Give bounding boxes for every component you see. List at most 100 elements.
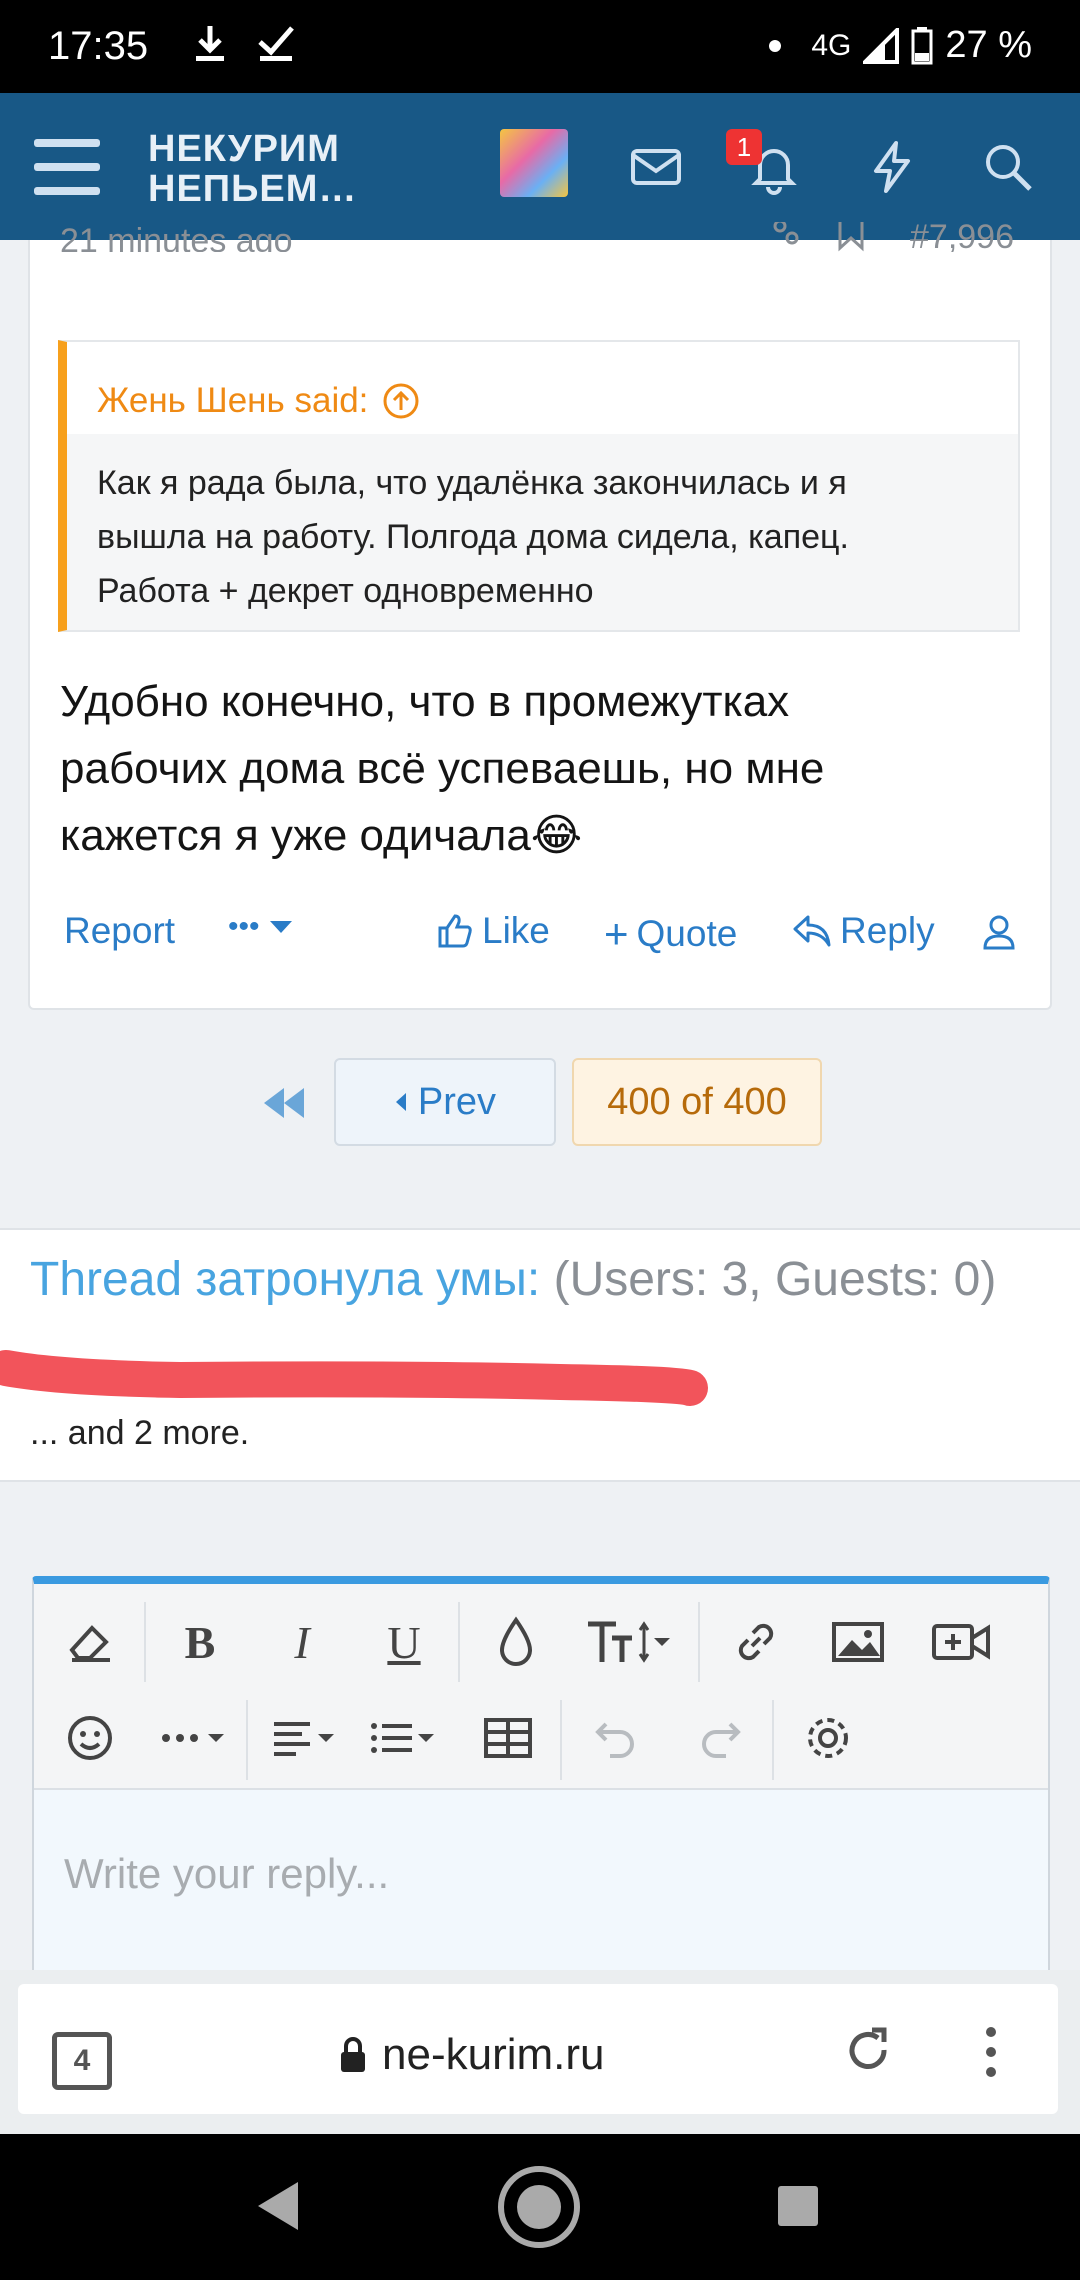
lock-icon xyxy=(341,2037,365,2072)
signal-icon xyxy=(863,27,900,64)
logo-line-2: НЕПЬЕМ… xyxy=(148,168,358,210)
chevron-left-icon xyxy=(395,1093,406,1111)
toolbar-divider xyxy=(144,1602,146,1682)
address-bar[interactable]: 4 ne-kurim.ru xyxy=(18,1984,1058,2114)
chevron-down-icon xyxy=(269,921,292,933)
post-actions: Report ••• Like + Quote Reply xyxy=(28,910,1052,970)
toolbar-divider xyxy=(772,1700,774,1780)
browser-toolbar: 4 ne-kurim.ru xyxy=(0,1970,1080,2134)
post-meta-icons: #7,996 xyxy=(760,222,1030,252)
underline-icon[interactable]: U xyxy=(372,1610,436,1674)
more-label: ••• xyxy=(228,910,260,943)
user-avatar[interactable] xyxy=(500,129,568,197)
quote-author: Жень Шень said: xyxy=(97,381,369,420)
site-logo[interactable]: НЕКУРИМ НЕПЬЕМ… xyxy=(148,129,357,209)
thread-users-heading: Thread затронула умы: (Users: 3, Guests:… xyxy=(30,1252,996,1307)
gear-icon[interactable] xyxy=(796,1706,860,1770)
eraser-icon[interactable] xyxy=(58,1610,122,1674)
reply-textarea[interactable]: Write your reply... xyxy=(34,1790,1048,1976)
inbox-icon[interactable] xyxy=(628,139,684,195)
more-actions-menu[interactable]: ••• xyxy=(228,910,294,944)
arrow-up-circle-icon[interactable] xyxy=(382,382,420,420)
notification-badge: 1 xyxy=(726,129,762,165)
quote-text: Как я рада была, что удалёнка закончилас… xyxy=(67,434,1018,640)
more-options-icon[interactable] xyxy=(152,1706,236,1770)
site-header: НЕКУРИМ НЕПЬЕМ… 1 xyxy=(0,93,1080,240)
italic-icon[interactable]: I xyxy=(270,1610,334,1674)
post-line: кажется я уже одичала😂 xyxy=(60,811,583,860)
recents-icon[interactable] xyxy=(776,2184,820,2228)
font-size-icon[interactable] xyxy=(582,1610,674,1674)
first-page-icon[interactable] xyxy=(262,1086,306,1120)
post-line: Удобно конечно, что в промежутках xyxy=(60,677,790,726)
smiley-icon[interactable] xyxy=(58,1706,122,1770)
download-icon xyxy=(196,26,224,61)
quote-header[interactable]: Жень Шень said: xyxy=(67,342,1018,434)
page-indicator[interactable]: 400 of 400 xyxy=(572,1058,822,1146)
align-icon[interactable] xyxy=(266,1706,350,1770)
clock: 17:35 xyxy=(48,24,149,68)
thread-users-counts: (Users: 3, Guests: 0) xyxy=(553,1253,997,1306)
overflow-menu-icon[interactable] xyxy=(984,2024,998,2080)
prev-page-button[interactable]: Prev xyxy=(334,1058,556,1146)
undo-icon[interactable] xyxy=(584,1706,648,1770)
post-time[interactable]: 21 minutes ago xyxy=(60,222,293,252)
quote-button[interactable]: + Quote xyxy=(604,910,737,958)
image-icon[interactable] xyxy=(826,1610,890,1674)
plus-icon: + xyxy=(604,910,629,957)
link-icon[interactable] xyxy=(724,1610,788,1674)
list-icon[interactable] xyxy=(364,1706,448,1770)
quote-line: вышла на работу. Полгода дома сидела, ка… xyxy=(97,518,849,556)
thread-users-block: Thread затронула умы: (Users: 3, Guests:… xyxy=(0,1228,1080,1482)
quote-line: Работа + декрет одновременно xyxy=(97,572,594,610)
redaction-scribble xyxy=(0,1350,708,1406)
post-line: рабочих дома всё успеваешь, но мне xyxy=(60,744,825,793)
back-icon[interactable] xyxy=(254,2180,300,2232)
toolbar-divider xyxy=(698,1602,700,1682)
reply-arrow-icon xyxy=(793,915,831,947)
like-button[interactable]: Like xyxy=(436,910,550,952)
notification-dot xyxy=(769,39,782,52)
battery-icon xyxy=(911,26,933,64)
logo-line-1: НЕКУРИМ xyxy=(148,128,340,170)
battery-level: 27 % xyxy=(945,24,1032,66)
video-icon[interactable] xyxy=(930,1610,994,1674)
reply-placeholder: Write your reply... xyxy=(64,1850,390,1897)
reload-icon[interactable] xyxy=(842,2024,894,2076)
quote-label: Quote xyxy=(636,913,738,954)
home-icon[interactable] xyxy=(496,2164,582,2250)
prev-label: Prev xyxy=(417,1080,497,1123)
bookmark-icon[interactable] xyxy=(836,222,866,252)
post-body: Удобно конечно, что в промежутках рабочи… xyxy=(60,668,1020,869)
share-icon[interactable] xyxy=(770,222,800,252)
search-icon[interactable] xyxy=(980,139,1036,195)
quote-line: Как я рада была, что удалёнка закончилас… xyxy=(97,464,847,502)
thread-users-more: ... and 2 more. xyxy=(30,1414,250,1452)
quote-block: Жень Шень said: Как я рада была, что уда… xyxy=(58,340,1020,632)
status-bar: 17:35 4G 27 % xyxy=(0,0,1080,93)
url-display[interactable]: ne-kurim.ru xyxy=(338,2030,605,2080)
lightning-icon[interactable] xyxy=(864,139,920,195)
thumbs-up-icon xyxy=(438,914,472,948)
check-icon xyxy=(258,26,294,61)
reply-label: Reply xyxy=(840,910,935,951)
toolbar-divider xyxy=(458,1602,460,1682)
tab-count-button[interactable]: 4 xyxy=(52,2032,112,2090)
table-icon[interactable] xyxy=(476,1706,540,1770)
menu-icon[interactable] xyxy=(34,139,100,195)
reply-button[interactable]: Reply xyxy=(792,910,935,952)
toolbar-divider xyxy=(246,1700,248,1780)
user-icon[interactable] xyxy=(982,914,1016,950)
bold-icon[interactable]: B xyxy=(168,1610,232,1674)
like-label: Like xyxy=(482,910,550,951)
report-link[interactable]: Report xyxy=(64,910,175,952)
url-text: ne-kurim.ru xyxy=(382,2030,605,2079)
redo-icon[interactable] xyxy=(688,1706,752,1770)
editor-toolbar: B I U xyxy=(34,1584,1048,1790)
color-drop-icon[interactable] xyxy=(484,1610,548,1674)
network-type: 4G xyxy=(811,28,852,62)
post-number[interactable]: #7,996 xyxy=(910,222,1014,252)
reply-editor: B I U Write your reply... xyxy=(32,1576,1050,1976)
toolbar-divider xyxy=(560,1700,562,1780)
thread-users-title: Thread затронула умы: xyxy=(30,1253,541,1306)
